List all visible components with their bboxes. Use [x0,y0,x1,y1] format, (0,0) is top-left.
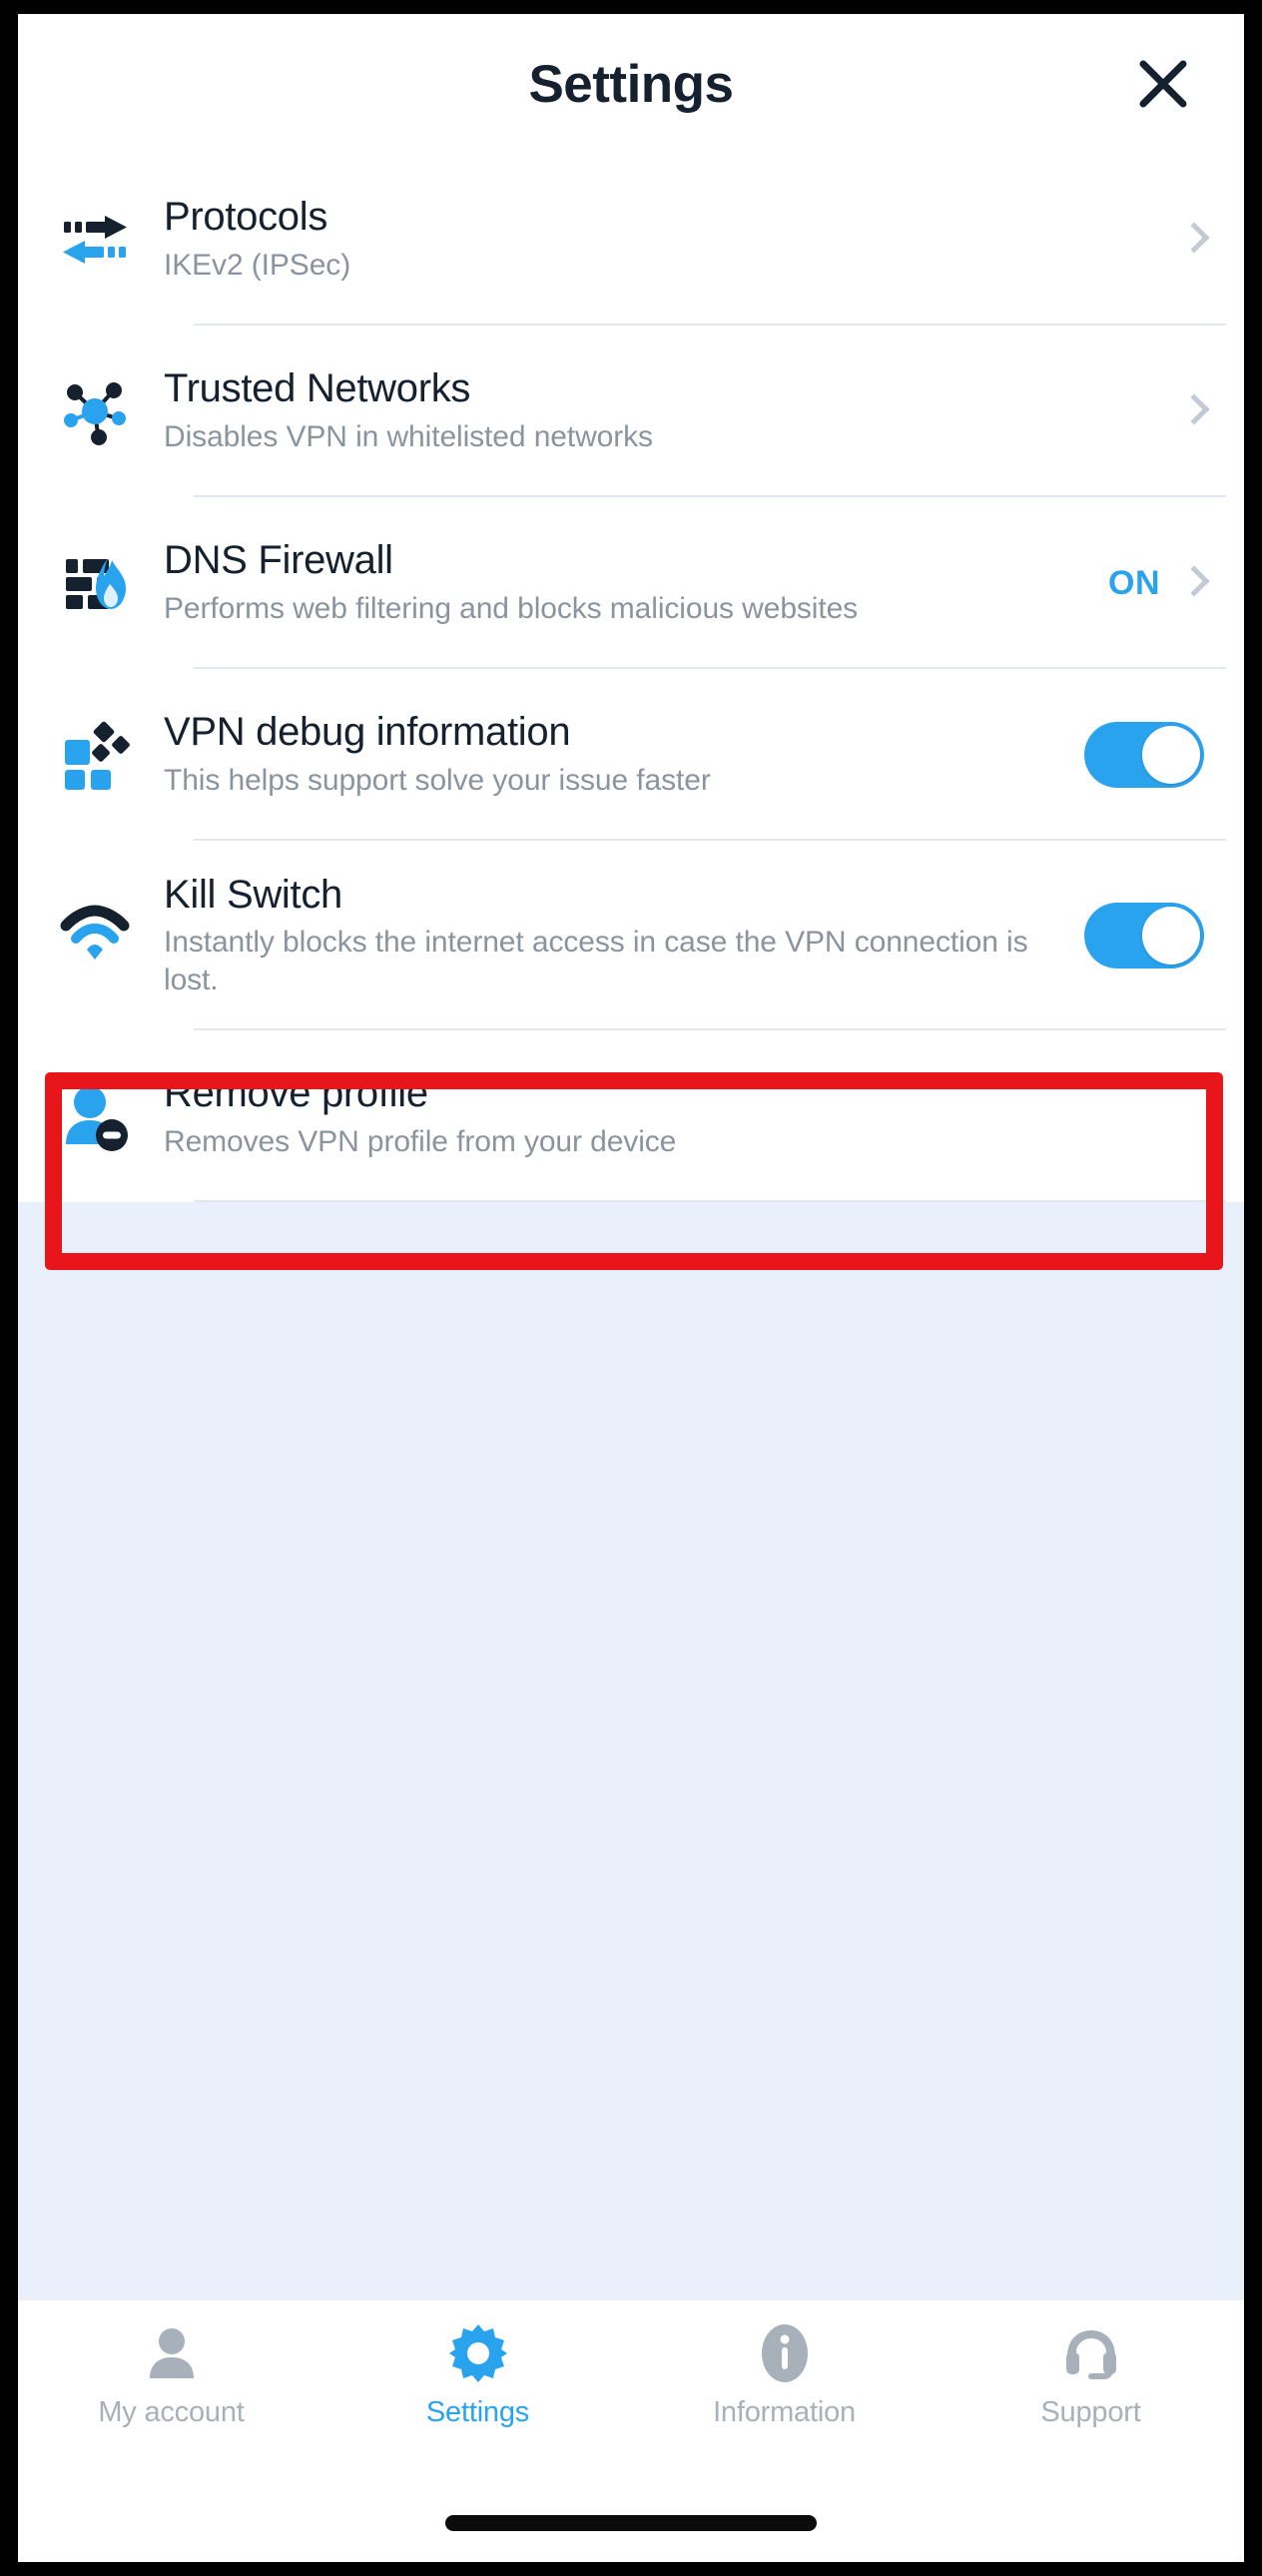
row-subtitle: IKEv2 (IPSec) [164,249,351,283]
row-text: VPN debug information This helps support… [164,710,1084,799]
row-text: Remove profile Removes VPN profile from … [164,1071,1204,1160]
chevron-right-icon [1182,221,1204,259]
phone-frame: Settings Protocols IKEv2 (IPSec) Trusted… [0,0,1262,2576]
home-indicator-area [18,2484,1244,2562]
settings-list: Protocols IKEv2 (IPSec) Trusted Networks… [18,154,1244,1270]
network-nodes-icon [56,368,134,454]
settings-row-vpn-debug-information[interactable]: VPN debug information This helps support… [18,669,1244,841]
tab-my-account[interactable]: My account [18,2318,324,2429]
row-title: Trusted Networks [164,366,471,411]
firewall-flame-icon [56,540,134,626]
row-accessory [1084,903,1204,968]
headset-icon [1056,2318,1126,2388]
row-subtitle: Removes VPN profile from your device [164,1125,677,1159]
tab-label: Settings [425,2396,530,2428]
debug-blocks-icon [56,712,134,798]
tab-settings[interactable]: Settings [324,2318,631,2429]
user-remove-icon [56,1073,134,1159]
toggle-knob [1142,907,1200,965]
row-title: Remove profile [164,1071,428,1116]
page-title: Settings [528,54,734,114]
kill-switch-toggle[interactable] [1084,903,1204,968]
row-subtitle: Instantly blocks the internet access in … [164,926,1028,996]
chevron-right-icon [1182,392,1204,430]
settings-row-dns-firewall[interactable]: DNS Firewall Performs web filtering and … [18,497,1244,669]
settings-row-kill-switch[interactable]: Kill Switch Instantly blocks the interne… [18,841,1244,1030]
vpn-debug-toggle[interactable] [1084,722,1204,788]
tab-label: My account [98,2396,245,2428]
close-icon [1139,60,1187,108]
home-indicator[interactable] [445,2515,817,2531]
chevron-right-icon [1182,564,1204,602]
row-title: Kill Switch [164,872,342,917]
wifi-signal-icon [56,893,134,978]
tab-information[interactable]: Information [631,2318,938,2429]
row-accessory [1182,221,1204,259]
tab-support[interactable]: Support [938,2318,1244,2429]
app-screen: Settings Protocols IKEv2 (IPSec) Trusted… [18,14,1244,2562]
bottom-tab-bar: My account Settings Information Support [18,2298,1244,2484]
close-button[interactable] [1124,45,1202,123]
toggle-knob [1142,726,1200,784]
protocol-arrows-icon [56,197,134,283]
content-filler [18,1202,1244,2298]
info-icon [750,2318,820,2388]
row-text: DNS Firewall Performs web filtering and … [164,538,1108,627]
gear-icon [443,2318,513,2388]
row-divider [194,1200,1226,1202]
tab-label: Support [1040,2396,1141,2428]
row-text: Trusted Networks Disables VPN in whiteli… [164,366,1182,455]
settings-row-trusted-networks[interactable]: Trusted Networks Disables VPN in whiteli… [18,325,1244,497]
settings-row-remove-profile[interactable]: Remove profile Removes VPN profile from … [18,1030,1244,1202]
row-title: DNS Firewall [164,538,393,583]
row-subtitle: Disables VPN in whitelisted networks [164,420,653,454]
row-accessory: ON [1108,564,1204,603]
row-accessory [1084,722,1204,788]
tab-label: Information [713,2396,856,2428]
row-subtitle: This helps support solve your issue fast… [164,764,711,798]
row-title: VPN debug information [164,710,571,755]
screen-header: Settings [18,14,1244,154]
row-subtitle: Performs web filtering and blocks malici… [164,592,859,626]
row-text: Kill Switch Instantly blocks the interne… [164,873,1084,999]
row-title: Protocols [164,195,328,240]
status-badge-on: ON [1108,563,1160,602]
row-text: Protocols IKEv2 (IPSec) [164,195,1182,284]
row-accessory [1182,392,1204,430]
settings-row-protocols[interactable]: Protocols IKEv2 (IPSec) [18,154,1244,325]
person-icon [137,2318,207,2388]
